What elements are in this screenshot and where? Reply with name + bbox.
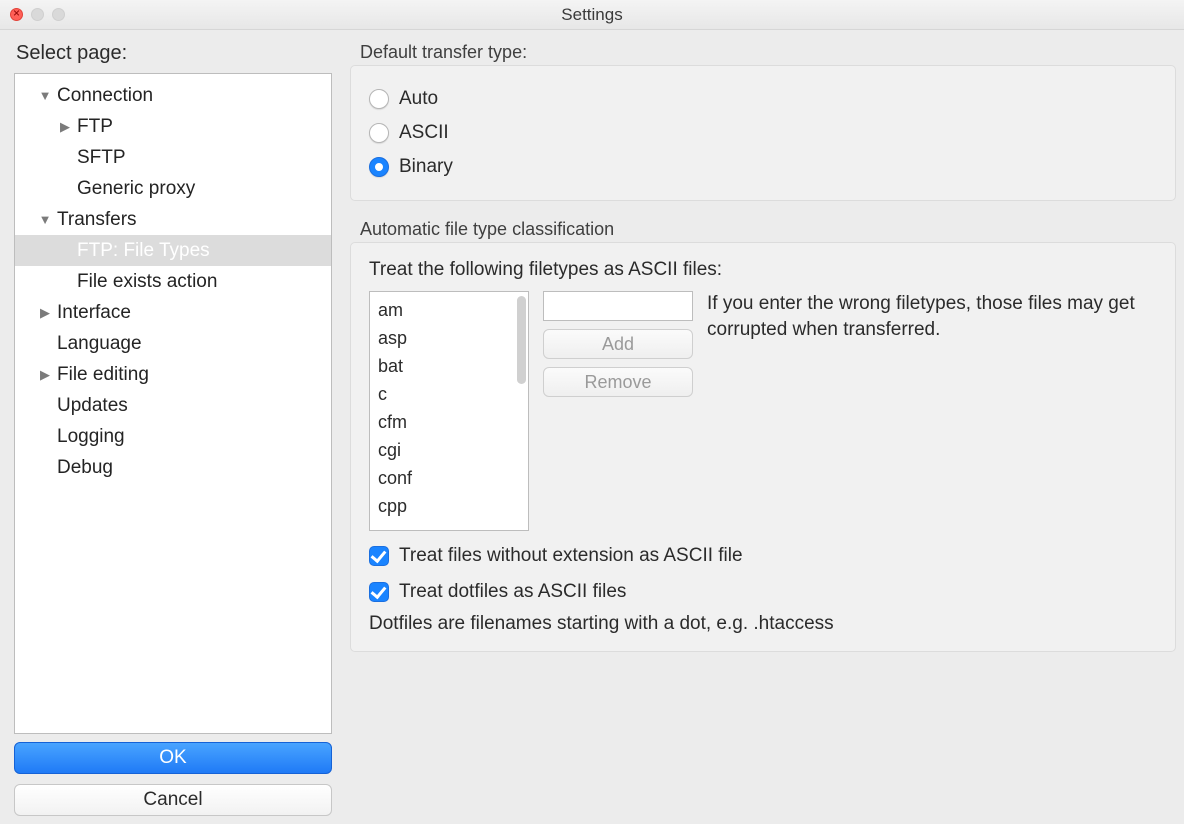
chevron-down-icon[interactable]: ▼ <box>35 88 55 103</box>
list-item[interactable]: am <box>378 296 520 324</box>
tree-item-sftp[interactable]: SFTP <box>15 142 331 173</box>
checkbox-dotfiles[interactable]: Treat dotfiles as ASCII files <box>369 581 1157 603</box>
tree-item-logging[interactable]: Logging <box>15 421 331 452</box>
radio-label: ASCII <box>399 122 449 144</box>
sidebar-title: Select page: <box>16 42 332 65</box>
checkbox-no-extension[interactable]: Treat files without extension as ASCII f… <box>369 545 1157 567</box>
list-item[interactable]: bat <box>378 352 520 380</box>
main-panel: Default transfer type: Auto ASCII Binary… <box>340 30 1184 824</box>
list-item[interactable]: cgi <box>378 436 520 464</box>
tree-item-file-editing[interactable]: ▶ File editing <box>15 359 331 390</box>
default-transfer-type-group: Auto ASCII Binary <box>350 65 1176 201</box>
radio-label: Binary <box>399 156 453 178</box>
classification-group-label: Automatic file type classification <box>360 219 1176 240</box>
tree-item-file-exists-action[interactable]: File exists action <box>15 266 331 297</box>
checkbox-label: Treat files without extension as ASCII f… <box>399 545 743 567</box>
classification-warning: If you enter the wrong filetypes, those … <box>707 291 1157 343</box>
radio-binary[interactable]: Binary <box>369 150 1157 184</box>
radio-icon[interactable] <box>369 123 389 143</box>
classification-group: Treat the following filetypes as ASCII f… <box>350 242 1176 652</box>
ok-button[interactable]: OK <box>14 742 332 774</box>
tree-item-updates[interactable]: Updates <box>15 390 331 421</box>
filetypes-listbox[interactable]: am asp bat c cfm cgi conf cpp <box>369 291 529 531</box>
radio-label: Auto <box>399 88 438 110</box>
list-item[interactable]: c <box>378 380 520 408</box>
tree-item-language[interactable]: Language <box>15 328 331 359</box>
radio-ascii[interactable]: ASCII <box>369 116 1157 150</box>
classification-note: Treat the following filetypes as ASCII f… <box>369 259 1157 281</box>
sidebar: Select page: ▼ Connection ▶ FTP SFTP Gen… <box>0 30 340 824</box>
window-title: Settings <box>0 5 1184 25</box>
default-transfer-type-label: Default transfer type: <box>360 42 1176 63</box>
checkbox-label: Treat dotfiles as ASCII files <box>399 581 626 603</box>
tree-item-ftp-file-types[interactable]: FTP: File Types <box>15 235 331 266</box>
tree-item-connection[interactable]: ▼ Connection <box>15 80 331 111</box>
chevron-right-icon[interactable]: ▶ <box>35 305 55 321</box>
tree-item-debug[interactable]: Debug <box>15 452 331 483</box>
tree-item-generic-proxy[interactable]: Generic proxy <box>15 173 331 204</box>
page-tree[interactable]: ▼ Connection ▶ FTP SFTP Generic proxy ▼ … <box>14 73 332 734</box>
list-item[interactable]: conf <box>378 464 520 492</box>
radio-icon[interactable] <box>369 89 389 109</box>
list-item[interactable]: asp <box>378 324 520 352</box>
tree-item-interface[interactable]: ▶ Interface <box>15 297 331 328</box>
list-item[interactable]: cfm <box>378 408 520 436</box>
cancel-button[interactable]: Cancel <box>14 784 332 816</box>
tree-item-transfers[interactable]: ▼ Transfers <box>15 204 331 235</box>
chevron-right-icon[interactable]: ▶ <box>55 119 75 135</box>
titlebar: Settings <box>0 0 1184 30</box>
dotfiles-hint: Dotfiles are filenames starting with a d… <box>369 613 1157 635</box>
checkbox-icon[interactable] <box>369 582 389 602</box>
list-item[interactable]: cpp <box>378 492 520 520</box>
radio-icon[interactable] <box>369 157 389 177</box>
scrollbar-thumb[interactable] <box>517 296 526 384</box>
chevron-right-icon[interactable]: ▶ <box>35 367 55 383</box>
filetype-input[interactable] <box>543 291 693 321</box>
add-button[interactable]: Add <box>543 329 693 359</box>
tree-item-ftp[interactable]: ▶ FTP <box>15 111 331 142</box>
radio-auto[interactable]: Auto <box>369 82 1157 116</box>
checkbox-icon[interactable] <box>369 546 389 566</box>
remove-button[interactable]: Remove <box>543 367 693 397</box>
chevron-down-icon[interactable]: ▼ <box>35 212 55 227</box>
